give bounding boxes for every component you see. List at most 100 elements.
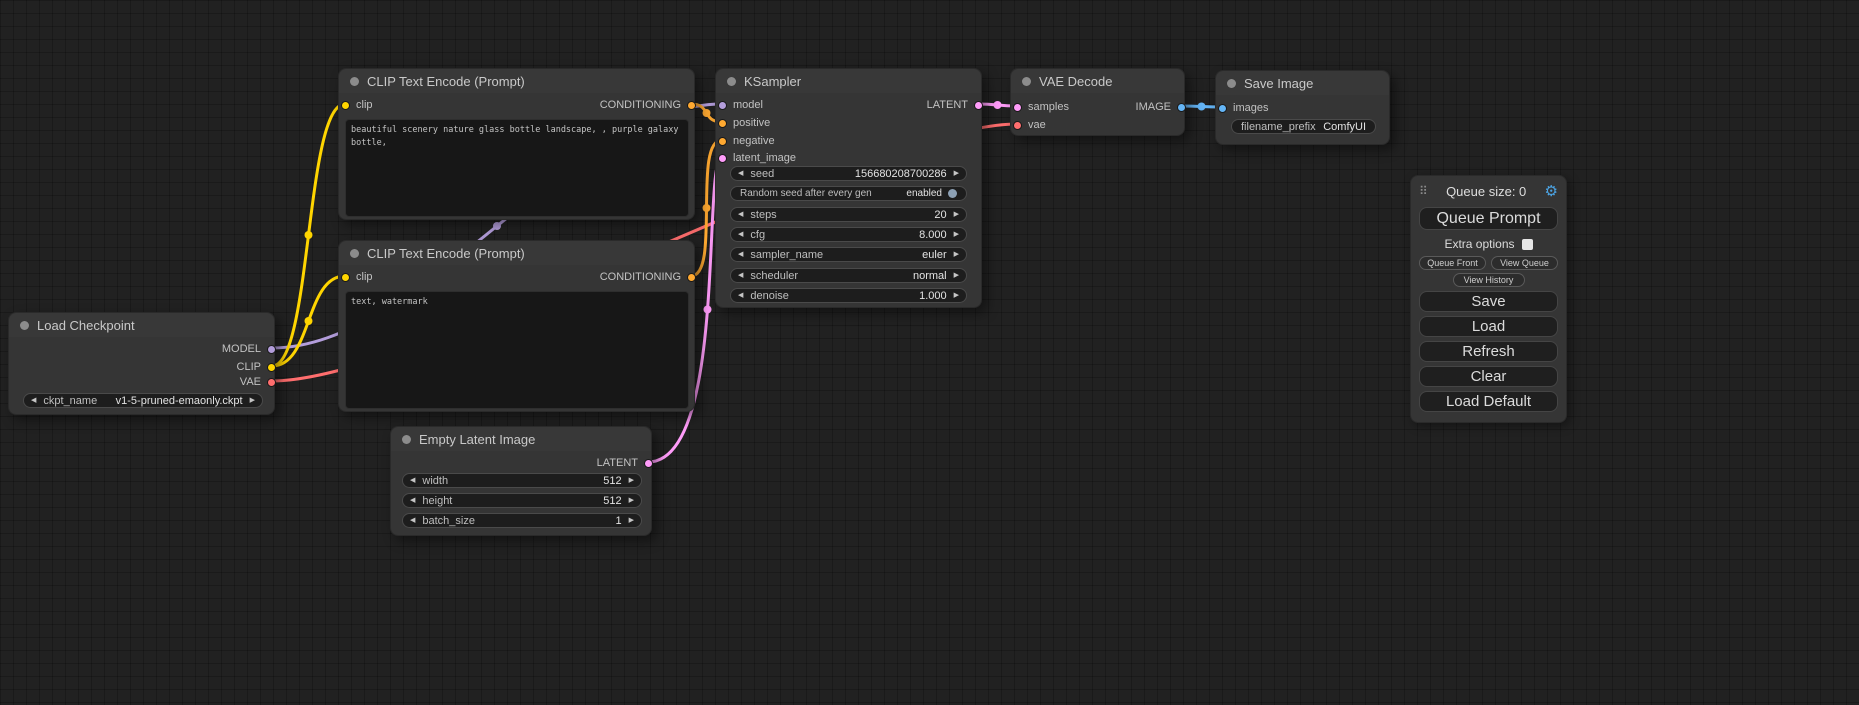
collapse-dot-icon[interactable] — [1022, 77, 1031, 86]
input-slot-positive[interactable]: positive — [718, 116, 770, 130]
queue-front-button[interactable]: Queue Front — [1419, 256, 1486, 270]
collapse-dot-icon[interactable] — [20, 321, 29, 330]
output-slot-conditioning[interactable]: CONDITIONING — [600, 270, 696, 284]
clear-button[interactable]: Clear — [1419, 366, 1558, 387]
slot-dot-conditioning-icon[interactable] — [687, 273, 696, 282]
widget-ckpt-name[interactable]: ◀ ckpt_name v1-5-pruned-emaonly.ckpt ▶ — [23, 393, 263, 408]
arrow-right-icon[interactable]: ▶ — [629, 497, 634, 504]
arrow-left-icon[interactable]: ◀ — [738, 292, 743, 299]
widget-width[interactable]: ◀ width 512 ▶ — [402, 473, 642, 488]
input-slot-images[interactable]: images — [1218, 101, 1268, 115]
widget-sampler-name[interactable]: ◀ sampler_name euler ▶ — [730, 247, 967, 262]
arrow-left-icon[interactable]: ◀ — [410, 477, 415, 484]
input-slot-latent-image[interactable]: latent_image — [718, 151, 796, 165]
arrow-right-icon[interactable]: ▶ — [954, 211, 959, 218]
slot-dot-clip-icon[interactable] — [267, 363, 276, 372]
slot-dot-vae-icon[interactable] — [1013, 121, 1022, 130]
arrow-right-icon[interactable]: ▶ — [629, 517, 634, 524]
node-titlebar[interactable]: VAE Decode — [1011, 69, 1184, 93]
arrow-right-icon[interactable]: ▶ — [954, 231, 959, 238]
node-titlebar[interactable]: Save Image — [1216, 71, 1389, 95]
arrow-left-icon[interactable]: ◀ — [738, 231, 743, 238]
widget-filename-prefix[interactable]: filename_prefix ComfyUI — [1231, 119, 1376, 134]
input-slot-negative[interactable]: negative — [718, 134, 775, 148]
slot-dot-model-icon[interactable] — [267, 345, 276, 354]
arrow-right-icon[interactable]: ▶ — [954, 272, 959, 279]
slot-dot-conditioning-icon[interactable] — [718, 137, 727, 146]
slot-dot-vae-icon[interactable] — [267, 378, 276, 387]
output-slot-clip[interactable]: CLIP — [237, 360, 276, 374]
input-slot-samples[interactable]: samples — [1013, 100, 1069, 114]
widget-seed[interactable]: ◀ seed 156680208700286 ▶ — [730, 166, 967, 181]
output-slot-image[interactable]: IMAGE — [1136, 100, 1186, 114]
output-slot-latent[interactable]: LATENT — [927, 98, 983, 112]
node-titlebar[interactable]: Empty Latent Image — [391, 427, 651, 451]
arrow-right-icon[interactable]: ▶ — [954, 251, 959, 258]
arrow-left-icon[interactable]: ◀ — [31, 397, 36, 404]
toggle-indicator-icon[interactable] — [948, 189, 957, 198]
collapse-dot-icon[interactable] — [350, 77, 359, 86]
arrow-right-icon[interactable]: ▶ — [954, 292, 959, 299]
slot-dot-conditioning-icon[interactable] — [687, 101, 696, 110]
slot-dot-latent-icon[interactable] — [644, 459, 653, 468]
input-slot-clip[interactable]: clip — [341, 270, 373, 284]
refresh-button[interactable]: Refresh — [1419, 341, 1558, 362]
widget-random-seed-toggle[interactable]: Random seed after every gen enabled — [730, 186, 967, 201]
output-slot-latent[interactable]: LATENT — [597, 456, 653, 470]
slot-dot-clip-icon[interactable] — [341, 273, 350, 282]
output-slot-model[interactable]: MODEL — [222, 342, 276, 356]
node-load-checkpoint[interactable]: Load Checkpoint MODEL CLIP VAE ◀ ckpt_na… — [8, 312, 275, 415]
slot-dot-image-icon[interactable] — [1177, 103, 1186, 112]
node-empty-latent-image[interactable]: Empty Latent Image LATENT ◀ width 512 ▶ … — [390, 426, 652, 536]
load-button[interactable]: Load — [1419, 316, 1558, 337]
node-titlebar[interactable]: Load Checkpoint — [9, 313, 274, 337]
arrow-left-icon[interactable]: ◀ — [738, 170, 743, 177]
slot-dot-model-icon[interactable] — [718, 101, 727, 110]
widget-steps[interactable]: ◀ steps 20 ▶ — [730, 207, 967, 222]
node-ksampler[interactable]: KSampler model positive negative latent_… — [715, 68, 982, 308]
slot-dot-latent-icon[interactable] — [974, 101, 983, 110]
input-slot-model[interactable]: model — [718, 98, 763, 112]
output-slot-conditioning[interactable]: CONDITIONING — [600, 98, 696, 112]
widget-cfg[interactable]: ◀ cfg 8.000 ▶ — [730, 227, 967, 242]
settings-gear-icon[interactable]: ⚙ — [1545, 184, 1558, 199]
collapse-dot-icon[interactable] — [727, 77, 736, 86]
node-titlebar[interactable]: CLIP Text Encode (Prompt) — [339, 69, 694, 93]
node-clip-text-encode-negative[interactable]: CLIP Text Encode (Prompt) clip CONDITION… — [338, 240, 695, 412]
widget-scheduler[interactable]: ◀ scheduler normal ▶ — [730, 268, 967, 283]
node-clip-text-encode-positive[interactable]: CLIP Text Encode (Prompt) clip CONDITION… — [338, 68, 695, 220]
slot-dot-latent-icon[interactable] — [718, 154, 727, 163]
prompt-textarea[interactable]: text, watermark — [345, 291, 689, 409]
view-queue-button[interactable]: View Queue — [1491, 256, 1558, 270]
slot-dot-latent-icon[interactable] — [1013, 103, 1022, 112]
extra-options-checkbox[interactable] — [1522, 239, 1533, 250]
output-slot-vae[interactable]: VAE — [240, 375, 276, 389]
save-button[interactable]: Save — [1419, 291, 1558, 312]
arrow-right-icon[interactable]: ▶ — [250, 397, 255, 404]
collapse-dot-icon[interactable] — [350, 249, 359, 258]
widget-denoise[interactable]: ◀ denoise 1.000 ▶ — [730, 288, 967, 303]
slot-dot-clip-icon[interactable] — [341, 101, 350, 110]
drag-handle-icon[interactable]: ⠿ — [1419, 184, 1428, 198]
arrow-left-icon[interactable]: ◀ — [738, 272, 743, 279]
arrow-left-icon[interactable]: ◀ — [410, 497, 415, 504]
node-save-image[interactable]: Save Image images filename_prefix ComfyU… — [1215, 70, 1390, 145]
node-vae-decode[interactable]: VAE Decode samples vae IMAGE — [1010, 68, 1185, 136]
view-history-button[interactable]: View History — [1453, 273, 1525, 287]
node-titlebar[interactable]: KSampler — [716, 69, 981, 93]
input-slot-clip[interactable]: clip — [341, 98, 373, 112]
comfyui-canvas[interactable]: Load Checkpoint MODEL CLIP VAE ◀ ckpt_na… — [0, 0, 1859, 705]
prompt-textarea[interactable]: beautiful scenery nature glass bottle la… — [345, 119, 689, 217]
widget-batch-size[interactable]: ◀ batch_size 1 ▶ — [402, 513, 642, 528]
arrow-right-icon[interactable]: ▶ — [954, 170, 959, 177]
arrow-left-icon[interactable]: ◀ — [738, 251, 743, 258]
collapse-dot-icon[interactable] — [402, 435, 411, 444]
input-slot-vae[interactable]: vae — [1013, 118, 1046, 132]
arrow-left-icon[interactable]: ◀ — [738, 211, 743, 218]
arrow-right-icon[interactable]: ▶ — [629, 477, 634, 484]
slot-dot-image-icon[interactable] — [1218, 104, 1227, 113]
queue-prompt-button[interactable]: Queue Prompt — [1419, 207, 1558, 230]
arrow-left-icon[interactable]: ◀ — [410, 517, 415, 524]
node-titlebar[interactable]: CLIP Text Encode (Prompt) — [339, 241, 694, 265]
slot-dot-conditioning-icon[interactable] — [718, 119, 727, 128]
